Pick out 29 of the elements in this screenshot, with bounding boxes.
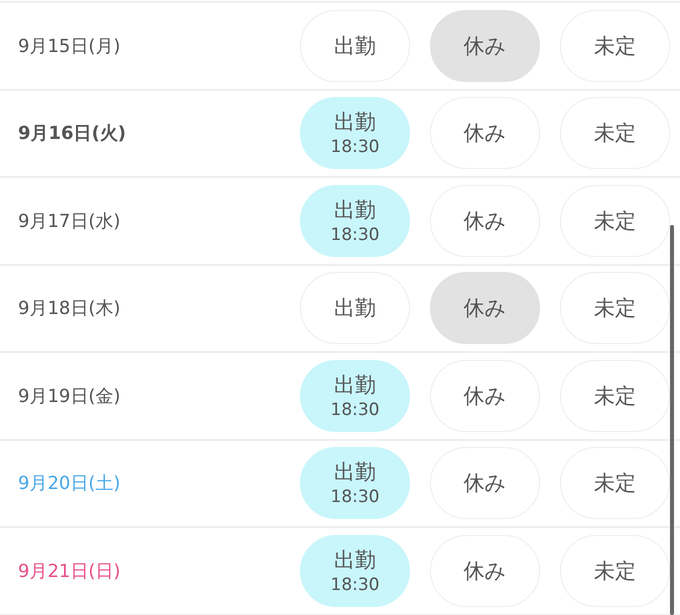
attendance-option-button[interactable]: 休み	[430, 97, 540, 170]
date-label: 9月16日(火)	[18, 122, 128, 146]
scrollbar[interactable]	[670, 225, 674, 615]
attendance-option-button[interactable]: 休み	[430, 447, 540, 520]
date-label: 9月18日(木)	[18, 297, 122, 320]
attendance-option-button[interactable]: 未定	[560, 184, 670, 257]
date-label: 9月15日(月)	[18, 34, 122, 58]
attendance-option-button[interactable]: 出勤 18:30	[300, 360, 410, 432]
attendance-option-button[interactable]: 出勤 18:30	[300, 534, 410, 607]
attendance-option-button[interactable]: 出勤	[300, 10, 410, 82]
date-label: 9月21日(日)	[18, 560, 122, 583]
attendance-option-button[interactable]: 出勤	[300, 272, 410, 344]
attendance-option-button[interactable]: 未定	[560, 97, 670, 170]
attendance-option-button[interactable]: 出勤 18:30	[300, 184, 410, 257]
attendance-option-button[interactable]: 出勤 18:30	[300, 447, 410, 520]
attendance-option-button[interactable]: 未定	[560, 534, 670, 607]
attendance-option-button[interactable]: 未定	[560, 360, 670, 432]
date-label: 9月20日(土)	[18, 472, 122, 496]
attendance-option-button[interactable]: 休み	[430, 10, 540, 82]
attendance-option-button[interactable]: 未定	[560, 10, 670, 82]
attendance-option-button[interactable]: 休み	[430, 534, 540, 607]
date-label: 9月17日(水)	[18, 210, 122, 233]
date-label: 9月19日(金)	[18, 384, 122, 408]
attendance-option-button[interactable]: 休み	[430, 272, 540, 344]
attendance-option-button[interactable]: 未定	[560, 447, 670, 520]
attendance-option-button[interactable]: 未定	[560, 272, 670, 344]
attendance-option-button[interactable]: 休み	[430, 184, 540, 257]
attendance-option-button[interactable]: 休み	[430, 360, 540, 432]
attendance-option-button[interactable]: 出勤 18:30	[300, 97, 410, 170]
